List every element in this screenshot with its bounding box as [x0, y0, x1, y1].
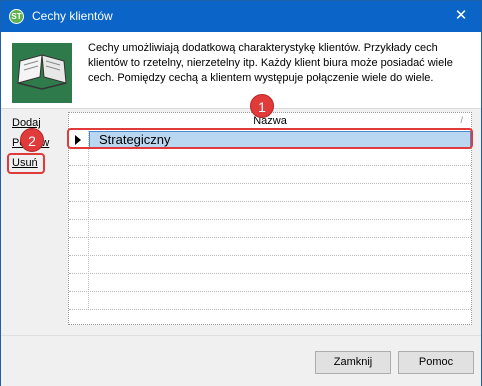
row-selector — [69, 167, 89, 184]
row-selector — [69, 185, 89, 202]
row-selector — [69, 257, 89, 274]
description-text: Cechy umożliwiają dodatkową charakteryst… — [88, 42, 453, 84]
close-button[interactable]: Zamknij — [315, 351, 391, 374]
add-link[interactable]: Dodaj — [12, 117, 41, 129]
dialog-footer: Zamknij Pomoc — [1, 335, 481, 386]
sort-icon: / — [460, 115, 463, 125]
help-button[interactable]: Pomoc — [398, 351, 474, 374]
empty-row — [69, 293, 471, 310]
empty-row — [69, 221, 471, 238]
empty-row — [69, 203, 471, 220]
callout-marker-1: 1 — [250, 94, 274, 118]
empty-row — [69, 167, 471, 184]
title-bar[interactable]: ST Cechy klientów ✕ — [1, 1, 481, 32]
callout-marker-2: 2 — [20, 128, 44, 152]
column-header-name[interactable]: Nazwa — [69, 115, 471, 127]
app-logo-icon: ST — [9, 9, 24, 24]
empty-row — [69, 185, 471, 202]
callout-highlight-remove — [7, 153, 45, 174]
empty-row — [69, 257, 471, 274]
book-icon — [12, 43, 72, 103]
callout-highlight-row — [67, 128, 473, 149]
info-header: Cechy umożliwiają dodatkową charakteryst… — [1, 32, 481, 109]
window-title: Cechy klientów — [32, 9, 113, 23]
row-selector — [69, 239, 89, 256]
row-selector — [69, 221, 89, 238]
close-window-button[interactable]: ✕ — [441, 1, 481, 32]
empty-row — [69, 275, 471, 292]
row-selector — [69, 275, 89, 292]
row-selector — [69, 149, 89, 166]
empty-row — [69, 239, 471, 256]
row-selector — [69, 293, 89, 310]
dialog-window: ST Cechy klientów ✕ Cechy umożliwiają do… — [0, 0, 482, 386]
row-selector — [69, 203, 89, 220]
empty-row — [69, 149, 471, 166]
